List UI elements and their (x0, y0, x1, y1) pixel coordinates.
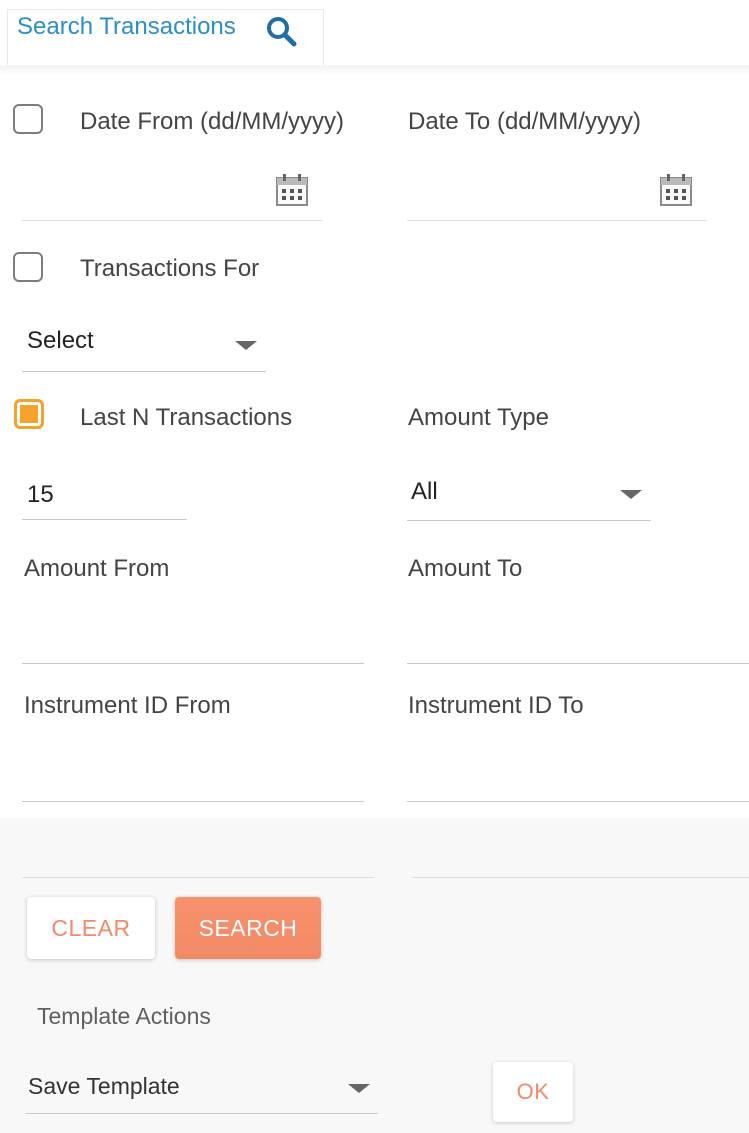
amount-type-label: Amount Type (408, 404, 549, 431)
date-from-input[interactable] (22, 220, 322, 221)
transactions-for-checkbox[interactable] (13, 252, 43, 282)
tab-strip-divider (0, 65, 749, 75)
transactions-for-select-value[interactable]: Select (27, 327, 94, 355)
instrument-id-to-label: Instrument ID To (408, 692, 584, 719)
panel-divider (412, 877, 749, 878)
transactions-for-label: Transactions For (80, 255, 260, 282)
template-actions-label: Template Actions (37, 1003, 211, 1029)
clear-button[interactable]: CLEAR (27, 897, 155, 959)
last-n-transactions-checkbox[interactable] (14, 399, 44, 429)
amount-from-input[interactable] (22, 663, 364, 664)
amount-to-input[interactable] (407, 663, 749, 664)
instrument-id-from-label: Instrument ID From (24, 692, 231, 719)
search-button[interactable]: SEARCH (175, 897, 321, 959)
date-to-calendar-icon[interactable] (658, 172, 694, 208)
transactions-for-select[interactable] (22, 371, 266, 372)
search-transactions-tab-label[interactable]: Search Transactions (17, 13, 236, 41)
instrument-id-from-input[interactable] (22, 801, 364, 802)
chevron-down-icon[interactable] (235, 341, 257, 350)
date-from-label: Date From (dd/MM/yyyy) (80, 108, 345, 135)
panel-divider (22, 877, 374, 878)
chevron-down-icon[interactable] (620, 490, 642, 499)
date-to-label: Date To (dd/MM/yyyy) (408, 108, 641, 135)
amount-type-select-value[interactable]: All (411, 478, 438, 506)
search-icon[interactable] (263, 13, 299, 49)
chevron-down-icon[interactable] (348, 1084, 370, 1093)
amount-to-label: Amount To (408, 555, 523, 582)
template-actions-select-value[interactable]: Save Template (28, 1073, 180, 1100)
last-n-input-value[interactable]: 15 (27, 481, 54, 509)
date-to-input[interactable] (407, 220, 707, 221)
amount-from-label: Amount From (24, 555, 170, 582)
instrument-id-to-input[interactable] (407, 801, 749, 802)
last-n-input[interactable] (22, 519, 187, 520)
date-range-checkbox[interactable] (13, 104, 43, 134)
template-actions-select[interactable] (26, 1113, 378, 1114)
last-n-transactions-label: Last N Transactions (80, 404, 293, 431)
date-from-calendar-icon[interactable] (274, 172, 310, 208)
ok-button[interactable]: OK (493, 1062, 573, 1122)
amount-type-select[interactable] (407, 520, 651, 521)
